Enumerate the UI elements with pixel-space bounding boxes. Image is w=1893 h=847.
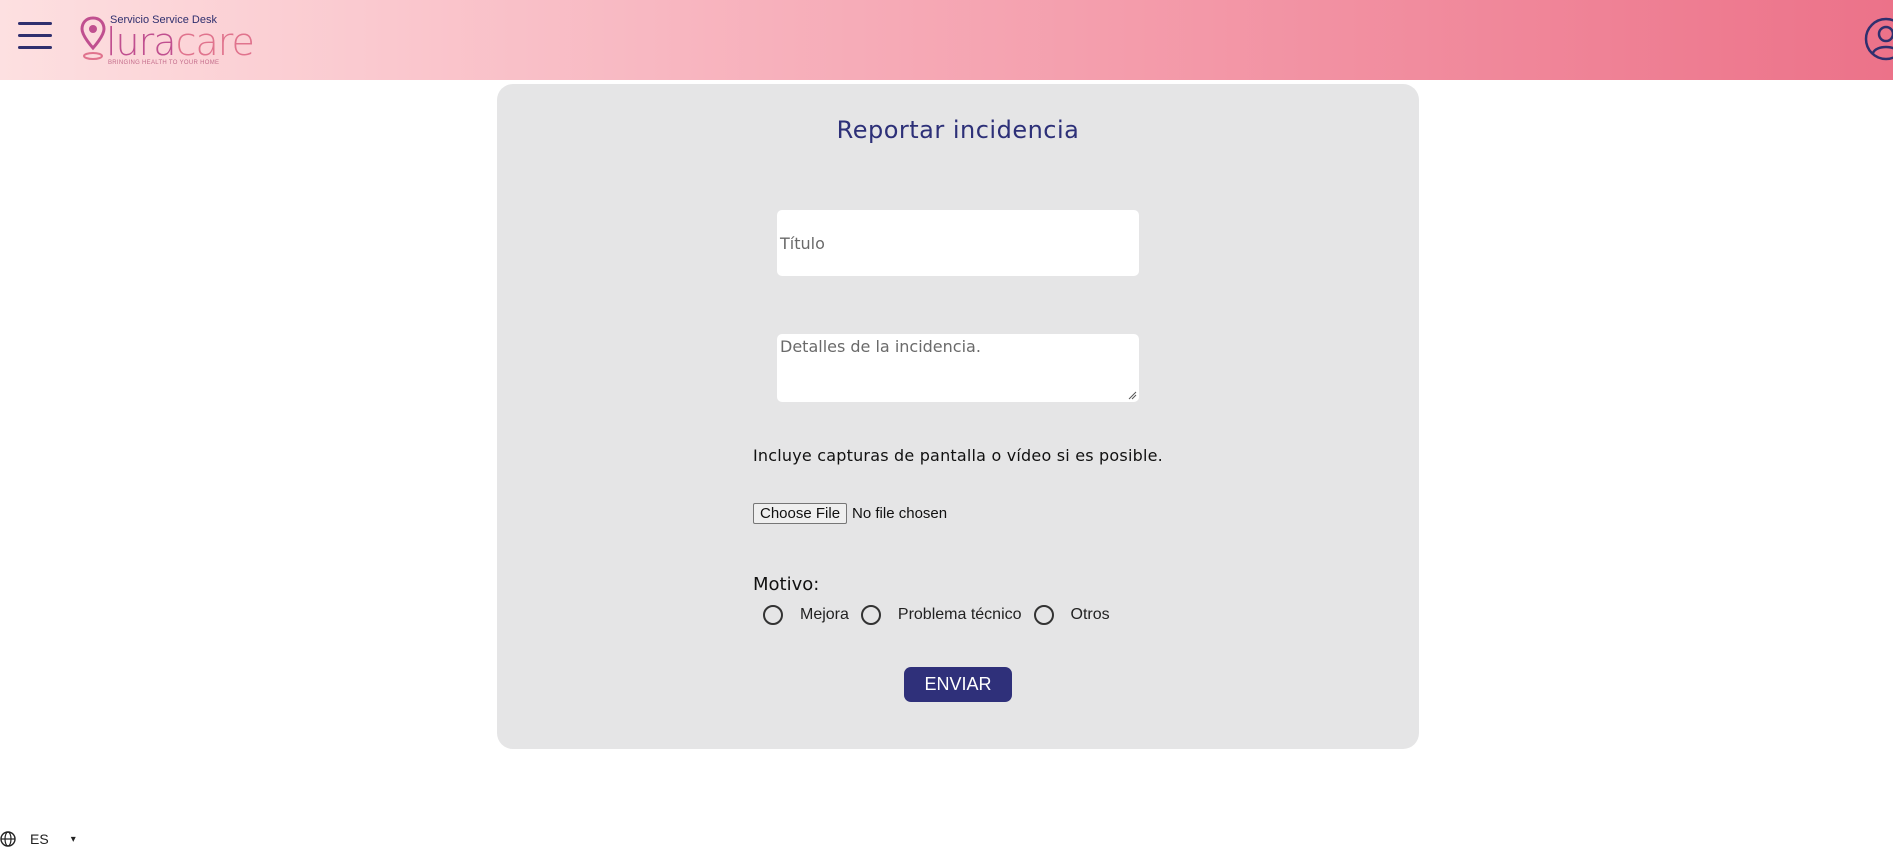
radio-mejora-label[interactable]: Mejora	[800, 606, 849, 624]
language-label: ES	[30, 831, 49, 847]
logo-tagline: BRINGING HEALTH TO YOUR HOME	[108, 60, 220, 66]
user-account-icon[interactable]	[1862, 16, 1893, 62]
radio-otros[interactable]	[1033, 605, 1054, 625]
chevron-down-icon: ▾	[70, 833, 76, 845]
radio-mejora[interactable]	[763, 605, 783, 625]
logo-brand-lura: lura	[106, 20, 177, 64]
hamburger-menu-icon[interactable]	[18, 22, 52, 50]
details-textarea-placeholder: Detalles de la incidencia.	[780, 337, 981, 356]
title-input-placeholder: Título	[780, 234, 825, 253]
report-incident-card: Reportar incidencia Título Detalles de l…	[497, 84, 1419, 749]
choose-file-button[interactable]: Choose File	[753, 502, 848, 524]
logo-brand-care: care	[175, 20, 255, 64]
file-status: No file chosen	[852, 504, 948, 522]
title-input[interactable]: Título	[777, 210, 1139, 276]
logo-brand: luracare	[106, 20, 255, 64]
location-pin-icon	[80, 16, 106, 60]
resize-grip-icon[interactable]	[1128, 391, 1137, 400]
radio-otros-label[interactable]: Otros	[1071, 606, 1110, 624]
details-textarea[interactable]: Detalles de la incidencia.	[777, 334, 1139, 402]
luracare-logo[interactable]: Servicio Service Desk luracare BRINGING …	[80, 12, 255, 66]
radio-problema-tecnico-label[interactable]: Problema técnico	[898, 606, 1022, 624]
file-upload: Choose File No file chosen	[753, 502, 947, 524]
radio-problema-tecnico[interactable]	[860, 605, 881, 625]
motivo-radio-group: Mejora Problema técnico Otros	[763, 605, 1122, 625]
page-title: Reportar incidencia	[836, 116, 1080, 144]
send-button[interactable]: ENVIAR	[904, 667, 1012, 702]
top-bar: Servicio Service Desk luracare BRINGING …	[0, 0, 1893, 80]
motivo-label: Motivo:	[753, 574, 820, 595]
globe-icon	[0, 831, 16, 847]
attachment-hint: Incluye capturas de pantalla o vídeo si …	[753, 446, 1163, 465]
